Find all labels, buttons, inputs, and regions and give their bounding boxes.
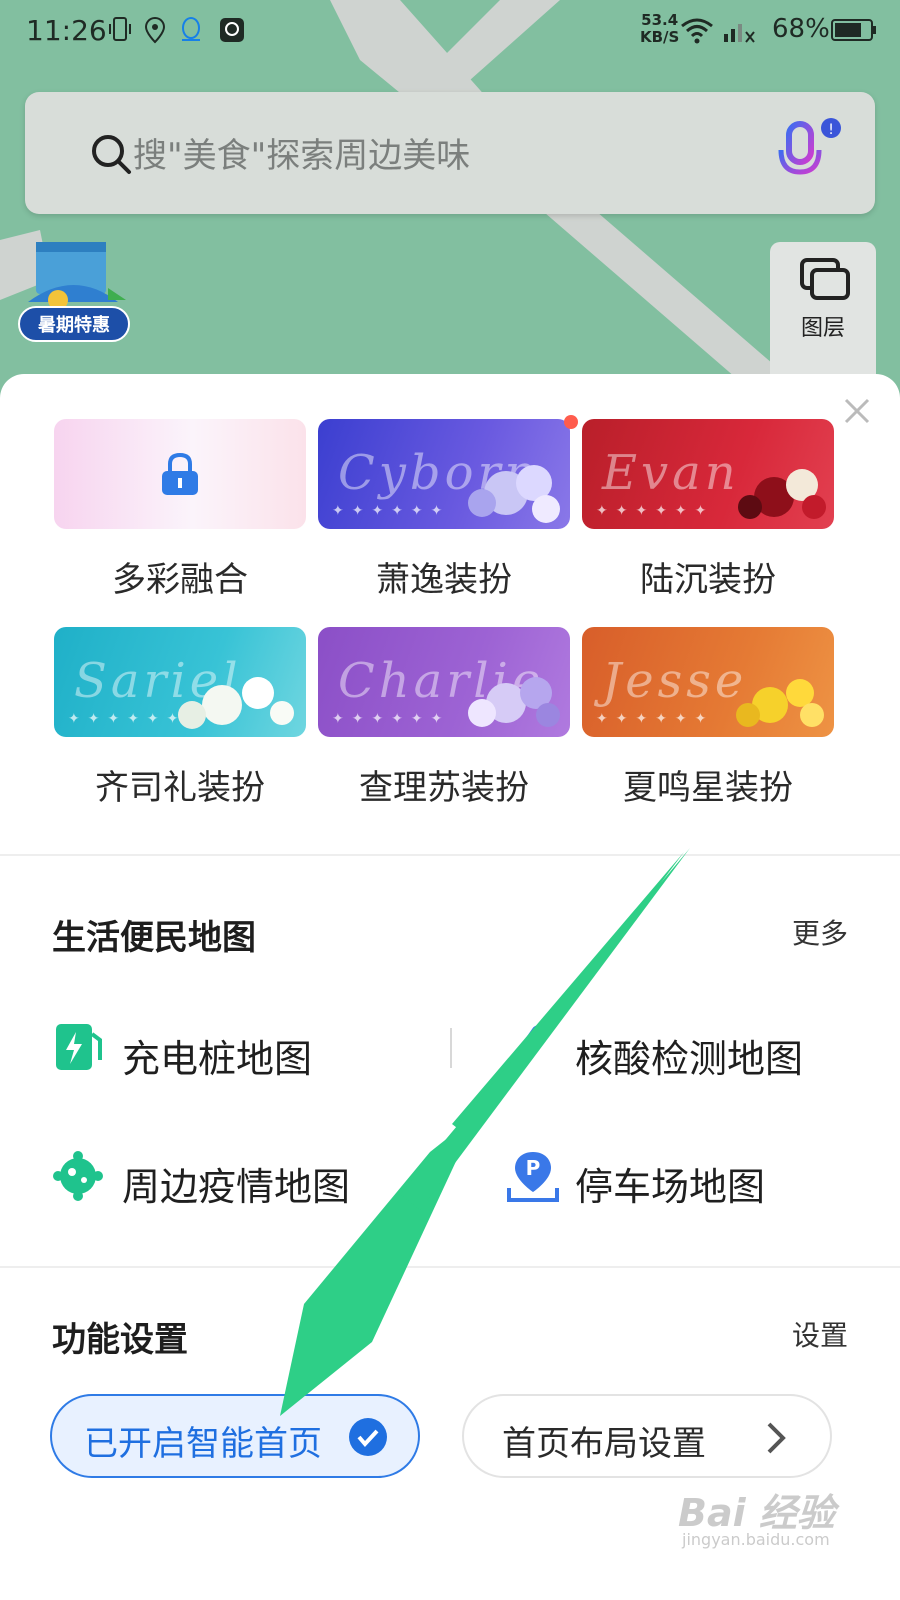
watermark: Bai 经验 jingyan.baidu.com [678, 1478, 878, 1558]
network-speed: 53.4 KB/S [640, 12, 679, 46]
map-item-nucleic-test[interactable]: 核酸检测地图 [505, 1020, 845, 1081]
flower-icon [738, 469, 826, 519]
smart-homepage-label: 已开启智能首页 [84, 1424, 322, 1464]
theme-label-chalisu: 查理苏装扮 [359, 768, 529, 808]
search-icon [89, 132, 133, 180]
flower-icon [178, 677, 294, 729]
smart-homepage-button[interactable]: 已开启智能首页 [50, 1394, 420, 1478]
chevron-right-icon [764, 1420, 788, 1460]
theme-card-qisili[interactable]: Sariel ✦✦✦✦✦✦ [54, 627, 306, 737]
map-item-label: 周边疫情地图 [122, 1165, 351, 1209]
lock-icon [158, 451, 202, 503]
svg-text:P: P [526, 1156, 541, 1180]
layer-button[interactable]: 图层 [770, 242, 876, 392]
theme-label-colorful: 多彩融合 [112, 560, 248, 600]
section-title-life-maps: 生活便民地图 [52, 918, 256, 958]
theme-label-qisili: 齐司礼装扮 [95, 768, 265, 808]
watermark-text: Bai 经验 [678, 1491, 835, 1535]
decorative-dots: ✦✦✦✦✦✦ [596, 711, 715, 727]
flower-icon [468, 677, 560, 727]
more-link[interactable]: 更多 [792, 912, 848, 952]
promo-badge[interactable]: 暑期特惠 [18, 238, 130, 342]
map-item-charging[interactable]: 充电桩地图 [52, 1020, 412, 1081]
battery-percentage: 68% [772, 14, 830, 44]
signal-icon [722, 16, 756, 48]
wifi-icon [680, 16, 714, 48]
network-speed-value: 53.4 [641, 11, 679, 29]
theme-card-xiamingxing[interactable]: Jesse ✦✦✦✦✦✦ [582, 627, 834, 737]
map-item-label: 核酸检测地图 [575, 1037, 804, 1081]
promo-label: 暑期特惠 [18, 306, 130, 342]
watermark-url: jingyan.baidu.com [682, 1530, 830, 1549]
app-notification-icon [218, 16, 246, 48]
qq-icon [178, 16, 204, 48]
section-divider [0, 854, 900, 856]
decorative-dots: ✦✦✦✦✦✦ [596, 503, 715, 519]
theme-card-chalisu[interactable]: Charlie ✦✦✦✦✦✦ [318, 627, 570, 737]
layer-label: 图层 [800, 316, 845, 341]
homepage-layout-settings-button[interactable]: 首页布局设置 [462, 1394, 832, 1478]
network-speed-unit: KB/S [640, 28, 680, 46]
microphone-icon[interactable]: ! [773, 118, 845, 192]
homepage-layout-label: 首页布局设置 [502, 1424, 706, 1464]
theme-label-luchen: 陆沉装扮 [640, 560, 776, 600]
theme-label-xiaoyi: 萧逸装扮 [376, 560, 512, 600]
theme-card-luchen[interactable]: Evan ✦✦✦✦✦✦ [582, 419, 834, 529]
charging-station-icon [56, 1024, 102, 1070]
bottom-sheet: 多彩融合 Cyborn ✦✦✦✦✦✦ 萧逸装扮 Evan ✦✦✦✦✦✦ 陆沉装扮… [0, 374, 900, 1600]
status-time: 11:26 [26, 14, 107, 47]
search-placeholder[interactable]: 搜"美食"探索周边美味 [133, 128, 470, 177]
decorative-dots: ✦✦✦✦✦✦ [332, 503, 451, 519]
parking-icon: P [507, 1152, 559, 1202]
theme-label-xiamingxing: 夏鸣星装扮 [623, 768, 793, 808]
test-tube-icon [510, 1025, 546, 1069]
section-title-function-settings: 功能设置 [52, 1320, 188, 1360]
decorative-dots: ✦✦✦✦✦✦ [332, 711, 451, 727]
svg-text:!: ! [828, 122, 834, 138]
location-icon [144, 16, 166, 48]
notification-dot [564, 415, 578, 429]
map-item-parking[interactable]: P 停车场地图 [505, 1148, 845, 1209]
battery-icon [830, 16, 878, 48]
flower-icon [468, 465, 560, 523]
search-bar[interactable]: 搜"美食"探索周边美味 ! [25, 92, 875, 214]
theme-card-xiaoyi[interactable]: Cyborn ✦✦✦✦✦✦ [318, 419, 570, 529]
map-item-label: 充电桩地图 [122, 1037, 313, 1081]
vibrate-icon [108, 16, 132, 48]
virus-icon [53, 1151, 103, 1201]
status-bar: 11:26 53.4 KB/S 68% [0, 0, 900, 64]
map-item-label: 停车场地图 [575, 1165, 766, 1209]
settings-link[interactable]: 设置 [792, 1314, 848, 1354]
map-item-epidemic[interactable]: 周边疫情地图 [52, 1148, 412, 1209]
column-divider [450, 1028, 452, 1068]
close-icon[interactable] [842, 396, 872, 430]
section-divider [0, 1266, 900, 1268]
check-icon [348, 1417, 388, 1461]
layers-icon [798, 256, 850, 306]
flower-icon [736, 679, 824, 727]
theme-card-colorful[interactable] [54, 419, 306, 529]
